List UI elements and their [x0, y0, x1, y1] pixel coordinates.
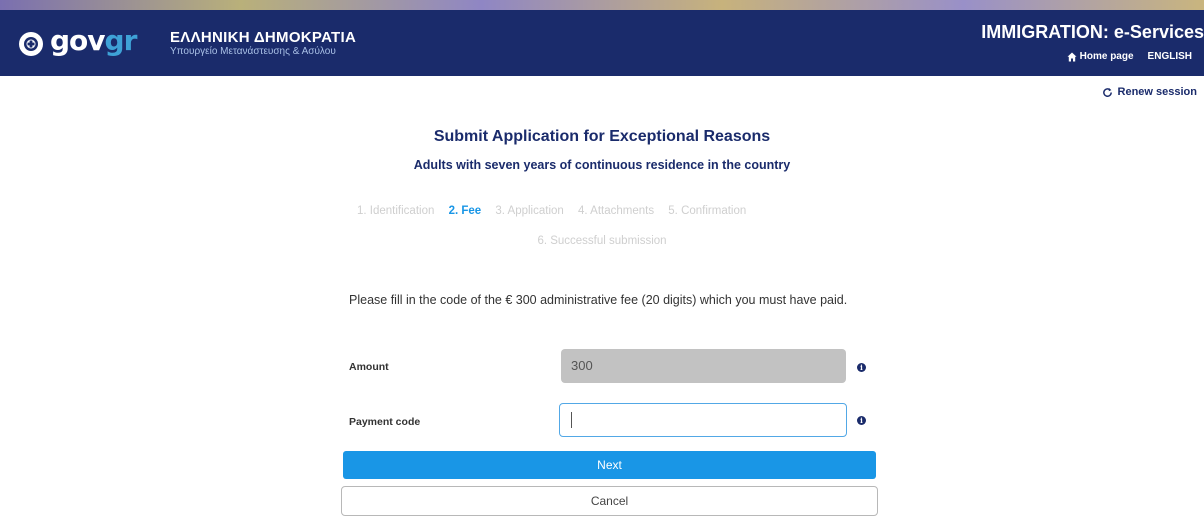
step-application: 3. Application: [495, 205, 564, 217]
logo-text-gov: gov: [50, 24, 106, 57]
step-indicator: 1. Identification 2. Fee 3. Application …: [357, 205, 757, 217]
renew-session-label: Renew session: [1117, 86, 1197, 98]
site-header: govgr ΕΛΛΗΝΙΚΗ ΔΗΜΟΚΡΑΤΙΑ Υπουργείο Μετα…: [0, 10, 1204, 76]
cancel-button[interactable]: Cancel: [341, 486, 878, 516]
payment-code-input[interactable]: [559, 403, 847, 437]
republic-title: ΕΛΛΗΝΙΚΗ ΔΗΜΟΚΡΑΤΙΑ: [170, 29, 357, 46]
payment-code-label: Payment code: [349, 416, 421, 428]
home-icon: [1067, 52, 1077, 61]
language-link[interactable]: ENGLISH: [1148, 51, 1192, 62]
govgr-logo[interactable]: govgr: [50, 24, 138, 57]
text-cursor: [571, 412, 572, 428]
home-page-link[interactable]: Home page: [1067, 51, 1134, 62]
payment-code-info-icon[interactable]: i: [857, 416, 866, 425]
page-subtitle: Adults with seven years of continuous re…: [413, 158, 791, 172]
step-attachments: 4. Attachments: [578, 205, 655, 217]
step-successful-submission: 6. Successful submission: [537, 235, 667, 247]
amount-label: Amount: [349, 361, 389, 373]
step-identification: 1. Identification: [357, 205, 435, 217]
ministry-subtitle: Υπουργείο Μετανάστευσης & Ασύλου: [170, 46, 336, 57]
fee-instructions: Please fill in the code of the € 300 adm…: [349, 293, 848, 307]
greek-emblem-icon: [19, 32, 43, 56]
step-confirmation: 5. Confirmation: [668, 205, 747, 217]
amount-field: 300: [561, 349, 846, 383]
amount-info-icon[interactable]: i: [857, 363, 866, 372]
header-links: Home page ENGLISH: [1067, 51, 1192, 62]
renew-session-link[interactable]: Renew session: [1102, 86, 1197, 98]
refresh-icon: [1102, 87, 1112, 97]
home-page-label: Home page: [1079, 51, 1134, 62]
service-title: IMMIGRATION: e-Services: [981, 22, 1204, 42]
top-color-stripe: [0, 0, 1204, 10]
next-button[interactable]: Next: [343, 451, 876, 479]
logo-text-gr: gr: [104, 24, 138, 57]
page-title: Submit Application for Exceptional Reaso…: [433, 128, 771, 145]
step-fee-active: 2. Fee: [448, 205, 482, 217]
